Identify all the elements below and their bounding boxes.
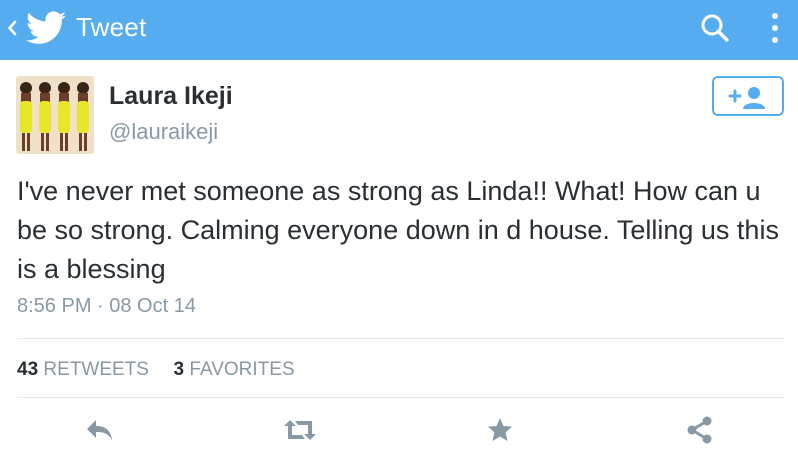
retweet-icon [284,420,316,440]
tweet-text: I've never met someone as strong as Lind… [17,176,779,284]
tweet-stats: 43 RETWEETS 3 FAVORITES [17,359,295,381]
retweets-count: 43 [17,359,39,380]
share-button[interactable] [682,413,718,447]
more-vertical-icon [772,13,778,43]
twitter-bird-icon [26,11,66,44]
back-button[interactable] [6,17,18,39]
favorites-label: FAVORITES [189,359,295,380]
reply-button[interactable] [82,413,118,447]
avatar-photo [16,76,94,154]
top-app-bar: Tweet [0,0,798,60]
retweets-stat[interactable]: 43 RETWEETS [17,359,154,380]
author-handle[interactable]: @lauraikeji [109,119,218,145]
retweet-button[interactable] [282,413,318,447]
divider [17,338,784,339]
search-button[interactable] [697,10,733,46]
more-options-button[interactable] [762,10,788,46]
page-title: Tweet [76,12,147,42]
avatar[interactable] [16,76,94,154]
follow-button[interactable] [712,76,784,116]
tweet-timestamp: 8:56 PM · 08 Oct 14 [17,295,196,317]
retweets-label: RETWEETS [43,359,149,380]
favorite-button[interactable] [482,413,518,447]
add-user-icon [728,87,765,109]
author-name[interactable]: Laura Ikeji [109,82,233,111]
favorites-count: 3 [173,359,185,380]
favorites-stat[interactable]: 3 FAVORITES [168,359,295,380]
search-icon [701,14,729,42]
reply-icon [87,420,112,440]
chevron-left-icon [8,20,17,36]
share-icon [687,416,712,444]
star-icon [488,418,512,441]
divider [17,397,784,398]
